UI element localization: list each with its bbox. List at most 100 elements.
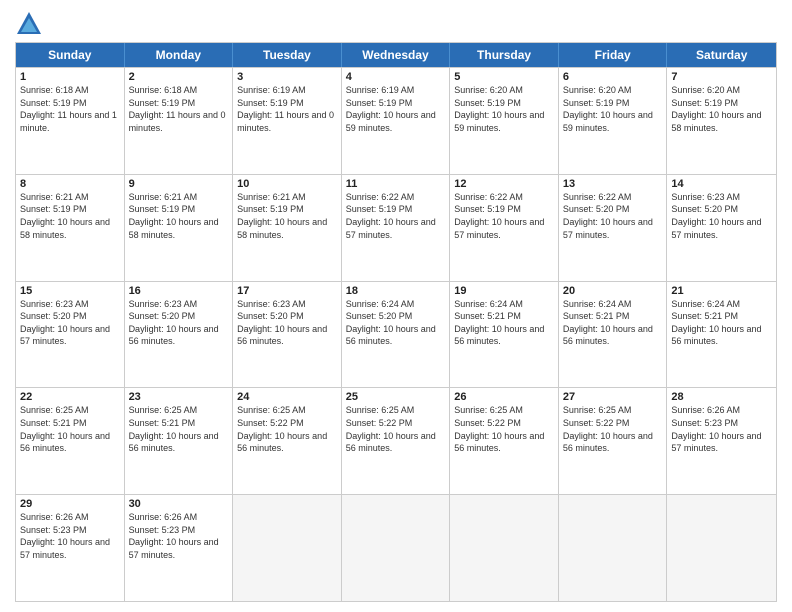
cal-cell: 28 Sunrise: 6:26 AMSunset: 5:23 PMDayligh… xyxy=(667,388,776,494)
day-number: 8 xyxy=(20,178,120,190)
header-day-saturday: Saturday xyxy=(667,43,776,67)
cal-cell: 1 Sunrise: 6:18 AMSunset: 5:19 PMDaylight… xyxy=(16,68,125,174)
cell-text: Sunrise: 6:25 AMSunset: 5:22 PMDaylight:… xyxy=(563,405,653,453)
cell-text: Sunrise: 6:20 AMSunset: 5:19 PMDaylight:… xyxy=(671,85,761,133)
cell-text: Sunrise: 6:24 AMSunset: 5:21 PMDaylight:… xyxy=(563,299,653,347)
cal-cell xyxy=(233,495,342,601)
cell-text: Sunrise: 6:25 AMSunset: 5:22 PMDaylight:… xyxy=(454,405,544,453)
cal-cell: 21 Sunrise: 6:24 AMSunset: 5:21 PMDayligh… xyxy=(667,282,776,388)
cell-text: Sunrise: 6:18 AMSunset: 5:19 PMDaylight:… xyxy=(20,85,117,133)
cell-text: Sunrise: 6:25 AMSunset: 5:21 PMDaylight:… xyxy=(20,405,110,453)
cal-cell: 7 Sunrise: 6:20 AMSunset: 5:19 PMDaylight… xyxy=(667,68,776,174)
cal-cell: 25 Sunrise: 6:25 AMSunset: 5:22 PMDayligh… xyxy=(342,388,451,494)
cal-cell: 18 Sunrise: 6:24 AMSunset: 5:20 PMDayligh… xyxy=(342,282,451,388)
day-number: 19 xyxy=(454,285,554,297)
page: SundayMondayTuesdayWednesdayThursdayFrid… xyxy=(0,0,792,612)
cell-text: Sunrise: 6:19 AMSunset: 5:19 PMDaylight:… xyxy=(346,85,436,133)
cell-text: Sunrise: 6:24 AMSunset: 5:20 PMDaylight:… xyxy=(346,299,436,347)
cal-cell: 11 Sunrise: 6:22 AMSunset: 5:19 PMDayligh… xyxy=(342,175,451,281)
cal-cell: 10Sunrise: 6:21 AMSunset: 5:19 PMDayligh… xyxy=(233,175,342,281)
cell-text: Sunrise: 6:22 AMSunset: 5:19 PMDaylight:… xyxy=(454,192,544,240)
cell-text: Sunrise: 6:23 AMSunset: 5:20 PMDaylight:… xyxy=(20,299,110,347)
cell-text: Sunrise: 6:22 AMSunset: 5:20 PMDaylight:… xyxy=(563,192,653,240)
cal-cell xyxy=(667,495,776,601)
logo xyxy=(15,10,47,38)
day-number: 9 xyxy=(129,178,229,190)
cal-cell xyxy=(559,495,668,601)
day-number: 6 xyxy=(563,71,663,83)
cal-cell: 13 Sunrise: 6:22 AMSunset: 5:20 PMDayligh… xyxy=(559,175,668,281)
cell-text: Sunrise: 6:26 AMSunset: 5:23 PMDaylight:… xyxy=(20,512,110,560)
cal-cell: 23 Sunrise: 6:25 AMSunset: 5:21 PMDayligh… xyxy=(125,388,234,494)
day-number: 4 xyxy=(346,71,446,83)
cell-text: Sunrise: 6:24 AMSunset: 5:21 PMDaylight:… xyxy=(454,299,544,347)
cal-row-1: 8 Sunrise: 6:21 AMSunset: 5:19 PMDaylight… xyxy=(16,174,776,281)
cal-cell: 24Sunrise: 6:25 AMSunset: 5:22 PMDayligh… xyxy=(233,388,342,494)
day-number: 1 xyxy=(20,71,120,83)
day-number: 22 xyxy=(20,391,120,403)
calendar-header: SundayMondayTuesdayWednesdayThursdayFrid… xyxy=(16,43,776,67)
cell-text: Sunrise: 6:19 AMSunset: 5:19 PMDaylight:… xyxy=(237,85,334,133)
cal-cell: 29 Sunrise: 6:26 AMSunset: 5:23 PMDayligh… xyxy=(16,495,125,601)
day-number: 21 xyxy=(671,285,772,297)
header-day-friday: Friday xyxy=(559,43,668,67)
cal-cell: 17Sunrise: 6:23 AMSunset: 5:20 PMDayligh… xyxy=(233,282,342,388)
cell-text: Sunrise: 6:25 AMSunset: 5:21 PMDaylight:… xyxy=(129,405,219,453)
cell-text: Sunrise: 6:23 AMSunset: 5:20 PMDaylight:… xyxy=(129,299,219,347)
cell-text: Sunrise: 6:21 AMSunset: 5:19 PMDaylight:… xyxy=(237,192,327,240)
cell-text: Sunrise: 6:21 AMSunset: 5:19 PMDaylight:… xyxy=(20,192,110,240)
cal-cell xyxy=(342,495,451,601)
cal-cell: 26 Sunrise: 6:25 AMSunset: 5:22 PMDayligh… xyxy=(450,388,559,494)
cal-cell: 8 Sunrise: 6:21 AMSunset: 5:19 PMDaylight… xyxy=(16,175,125,281)
cal-cell: 4 Sunrise: 6:19 AMSunset: 5:19 PMDaylight… xyxy=(342,68,451,174)
cell-text: Sunrise: 6:23 AMSunset: 5:20 PMDaylight:… xyxy=(671,192,761,240)
calendar-body: 1 Sunrise: 6:18 AMSunset: 5:19 PMDaylight… xyxy=(16,67,776,601)
cal-row-3: 22 Sunrise: 6:25 AMSunset: 5:21 PMDayligh… xyxy=(16,387,776,494)
day-number: 18 xyxy=(346,285,446,297)
cal-cell xyxy=(450,495,559,601)
header-day-wednesday: Wednesday xyxy=(342,43,451,67)
header xyxy=(15,10,777,38)
cal-cell: 5Sunrise: 6:20 AMSunset: 5:19 PMDaylight… xyxy=(450,68,559,174)
cal-cell: 12 Sunrise: 6:22 AMSunset: 5:19 PMDayligh… xyxy=(450,175,559,281)
cal-cell: 19 Sunrise: 6:24 AMSunset: 5:21 PMDayligh… xyxy=(450,282,559,388)
cal-cell: 6Sunrise: 6:20 AMSunset: 5:19 PMDaylight… xyxy=(559,68,668,174)
cal-cell: 2 Sunrise: 6:18 AMSunset: 5:19 PMDaylight… xyxy=(125,68,234,174)
day-number: 26 xyxy=(454,391,554,403)
cell-text: Sunrise: 6:21 AMSunset: 5:19 PMDaylight:… xyxy=(129,192,219,240)
cal-cell: 22 Sunrise: 6:25 AMSunset: 5:21 PMDayligh… xyxy=(16,388,125,494)
cal-cell: 14 Sunrise: 6:23 AMSunset: 5:20 PMDayligh… xyxy=(667,175,776,281)
header-day-tuesday: Tuesday xyxy=(233,43,342,67)
day-number: 16 xyxy=(129,285,229,297)
calendar: SundayMondayTuesdayWednesdayThursdayFrid… xyxy=(15,42,777,602)
cell-text: Sunrise: 6:24 AMSunset: 5:21 PMDaylight:… xyxy=(671,299,761,347)
day-number: 23 xyxy=(129,391,229,403)
cell-text: Sunrise: 6:25 AMSunset: 5:22 PMDaylight:… xyxy=(346,405,436,453)
day-number: 15 xyxy=(20,285,120,297)
cell-text: Sunrise: 6:23 AMSunset: 5:20 PMDaylight:… xyxy=(237,299,327,347)
cal-cell: 16 Sunrise: 6:23 AMSunset: 5:20 PMDayligh… xyxy=(125,282,234,388)
day-number: 7 xyxy=(671,71,772,83)
cal-row-4: 29 Sunrise: 6:26 AMSunset: 5:23 PMDayligh… xyxy=(16,494,776,601)
day-number: 5 xyxy=(454,71,554,83)
day-number: 2 xyxy=(129,71,229,83)
day-number: 20 xyxy=(563,285,663,297)
day-number: 13 xyxy=(563,178,663,190)
day-number: 12 xyxy=(454,178,554,190)
cal-row-0: 1 Sunrise: 6:18 AMSunset: 5:19 PMDaylight… xyxy=(16,67,776,174)
header-day-thursday: Thursday xyxy=(450,43,559,67)
day-number: 30 xyxy=(129,498,229,510)
cell-text: Sunrise: 6:26 AMSunset: 5:23 PMDaylight:… xyxy=(671,405,761,453)
cal-row-2: 15 Sunrise: 6:23 AMSunset: 5:20 PMDayligh… xyxy=(16,281,776,388)
day-number: 24 xyxy=(237,391,337,403)
header-day-sunday: Sunday xyxy=(16,43,125,67)
day-number: 25 xyxy=(346,391,446,403)
cell-text: Sunrise: 6:18 AMSunset: 5:19 PMDaylight:… xyxy=(129,85,226,133)
cell-text: Sunrise: 6:22 AMSunset: 5:19 PMDaylight:… xyxy=(346,192,436,240)
day-number: 28 xyxy=(671,391,772,403)
day-number: 29 xyxy=(20,498,120,510)
cal-cell: 9 Sunrise: 6:21 AMSunset: 5:19 PMDaylight… xyxy=(125,175,234,281)
cal-cell: 3Sunrise: 6:19 AMSunset: 5:19 PMDaylight… xyxy=(233,68,342,174)
day-number: 11 xyxy=(346,178,446,190)
day-number: 14 xyxy=(671,178,772,190)
